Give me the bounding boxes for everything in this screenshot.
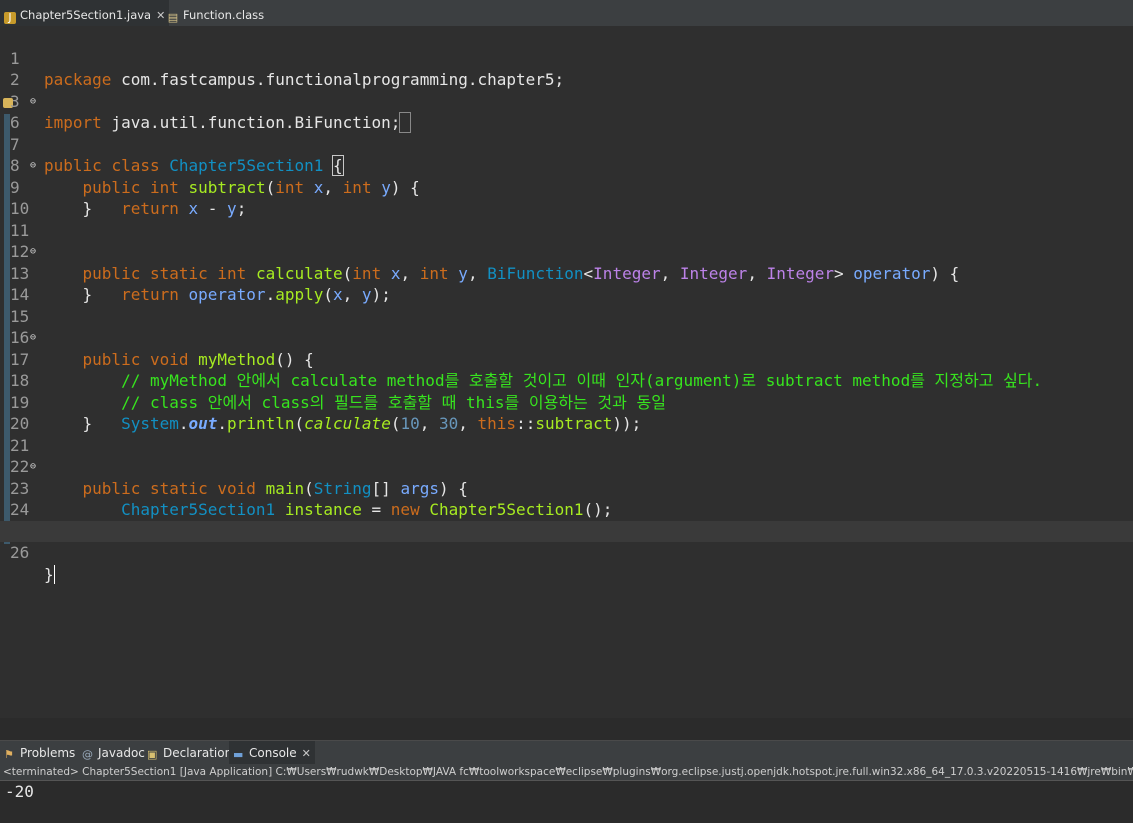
code-line: 16 ⊖ public void myMethod() { <box>10 328 314 369</box>
tab-javadoc[interactable]: @ Javadoc <box>82 741 145 765</box>
console-description: <terminated> Chapter5Section1 [Java Appl… <box>0 764 1133 781</box>
tab-problems[interactable]: ⚑ Problems <box>4 741 75 765</box>
current-code-line: 26 } <box>0 520 1133 584</box>
problems-icon: ⚑ <box>4 748 14 761</box>
code-line: 22 ⊖ public static void main(String[] arg… <box>10 457 468 498</box>
tab-chapter5section1-java[interactable]: J Chapter5Section1.java ✕ <box>0 0 170 26</box>
tab-function-class[interactable]: ▤ Function.class <box>163 0 268 26</box>
code-line: 18 // class 안에서 class의 필드를 호출할 때 this를 이… <box>10 371 666 412</box>
code-line: 7 public class Chapter5Section1 { <box>10 134 344 176</box>
code-line: 8 ⊖ public int subtract(int x, int y) { <box>10 156 420 197</box>
code-line: 3 ⊖ import java.util.function.BiFunction; <box>0 69 1133 133</box>
code-line: 11 <box>10 220 30 240</box>
console-icon: ▬ <box>233 748 244 761</box>
code-line: 15 <box>10 306 30 326</box>
code-line: 14 } <box>10 285 93 304</box>
close-icon[interactable]: ✕ <box>302 747 311 760</box>
tab-declaration[interactable]: ▣ Declaration <box>147 741 232 765</box>
code-line: 10 } <box>10 199 93 218</box>
tab-label: Function.class <box>183 8 265 22</box>
code-line: 2 <box>10 70 20 89</box>
code-line: 23 Chapter5Section1 instance = new Chapt… <box>10 478 613 520</box>
javadoc-icon: @ <box>82 748 93 761</box>
code-line: 1 package com.fastcampus.functionalprogr… <box>10 48 565 90</box>
code-line: 20 } <box>10 414 93 433</box>
code-line: 13 return operator.apply(x, y); <box>10 263 391 305</box>
code-line: 19 System.out.println(calculate(10, 30, … <box>10 392 642 434</box>
tab-console[interactable]: ▬ Console ✕ <box>229 741 315 765</box>
code-line: 25 } <box>0 499 1133 541</box>
code-line: 17 // myMethod 안에서 calculate method를 호출할… <box>10 349 1043 391</box>
code-line: 9 return x - y; <box>10 177 247 219</box>
editor-tab-bar: J Chapter5Section1.java ✕ ▤ Function.class <box>0 0 1133 27</box>
java-file-icon: J <box>4 12 16 24</box>
code-line: 6 <box>10 113 20 132</box>
bottom-panel-tabs: ⚑ Problems @ Javadoc ▣ Declaration ▬ Console… <box>0 740 1133 765</box>
code-line: 12 ⊖ public static int calculate(int x, i… <box>10 242 960 283</box>
declaration-icon: ▣ <box>147 748 158 761</box>
code-line: 24 instance.myMethod(); <box>10 500 314 541</box>
class-file-icon: ▤ <box>167 11 179 24</box>
code-editor[interactable]: 1 package com.fastcampus.functionalprogr… <box>0 26 1133 718</box>
tab-label: Chapter5Section1.java <box>20 8 152 22</box>
console-output[interactable]: -20 <box>0 781 1133 823</box>
code-line: 21 <box>10 435 30 455</box>
